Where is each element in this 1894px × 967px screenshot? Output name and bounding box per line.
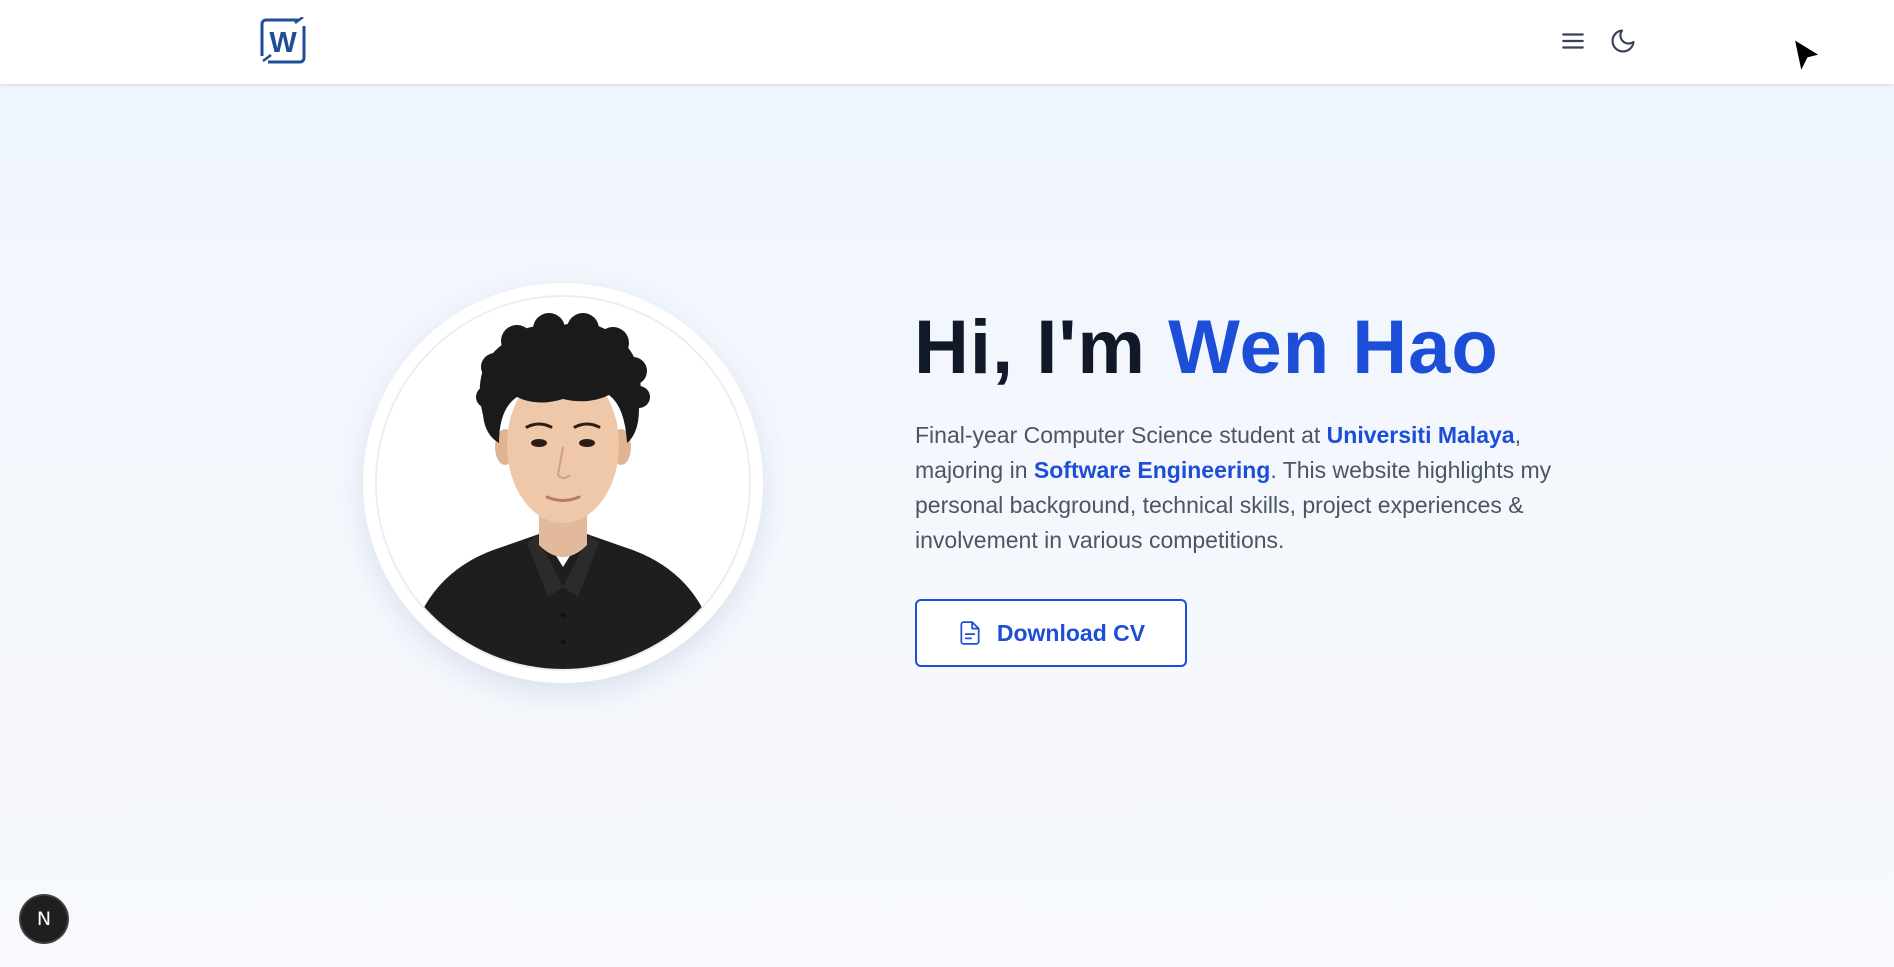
cursor-arrow-icon (1793, 38, 1821, 73)
menu-icon (1562, 33, 1584, 49)
major-highlight: Software Engineering (1033, 457, 1271, 483)
logo-letter: W (269, 27, 297, 59)
nextjs-icon: N (36, 908, 52, 930)
nextjs-dev-badge[interactable]: N (21, 896, 67, 942)
download-cv-label: Download CV (996, 619, 1146, 646)
profile-photo (375, 295, 751, 671)
hero-description: Final-year Computer Science student at U… (915, 418, 1605, 558)
hero-name: Wen Hao (1168, 305, 1499, 390)
university-highlight: Universiti Malaya (1326, 422, 1515, 448)
theme-toggle-button[interactable] (1606, 24, 1640, 58)
download-cv-button[interactable]: Download CV (915, 599, 1187, 667)
greeting-text: Hi, I'm (914, 305, 1169, 390)
mouse-cursor (1790, 36, 1824, 76)
profile-photo-frame (363, 283, 763, 683)
top-navbar: W (0, 0, 1894, 84)
w-logo-icon: W (260, 16, 306, 64)
hero-heading: Hi, I'm Wen Hao (914, 300, 1499, 396)
desc-text-1: Final-year Computer Science student at (915, 422, 1327, 448)
portrait-image (377, 297, 749, 669)
moon-icon (1611, 29, 1635, 53)
menu-button[interactable] (1556, 24, 1590, 58)
document-icon (960, 621, 980, 645)
site-logo[interactable]: W (259, 16, 307, 65)
